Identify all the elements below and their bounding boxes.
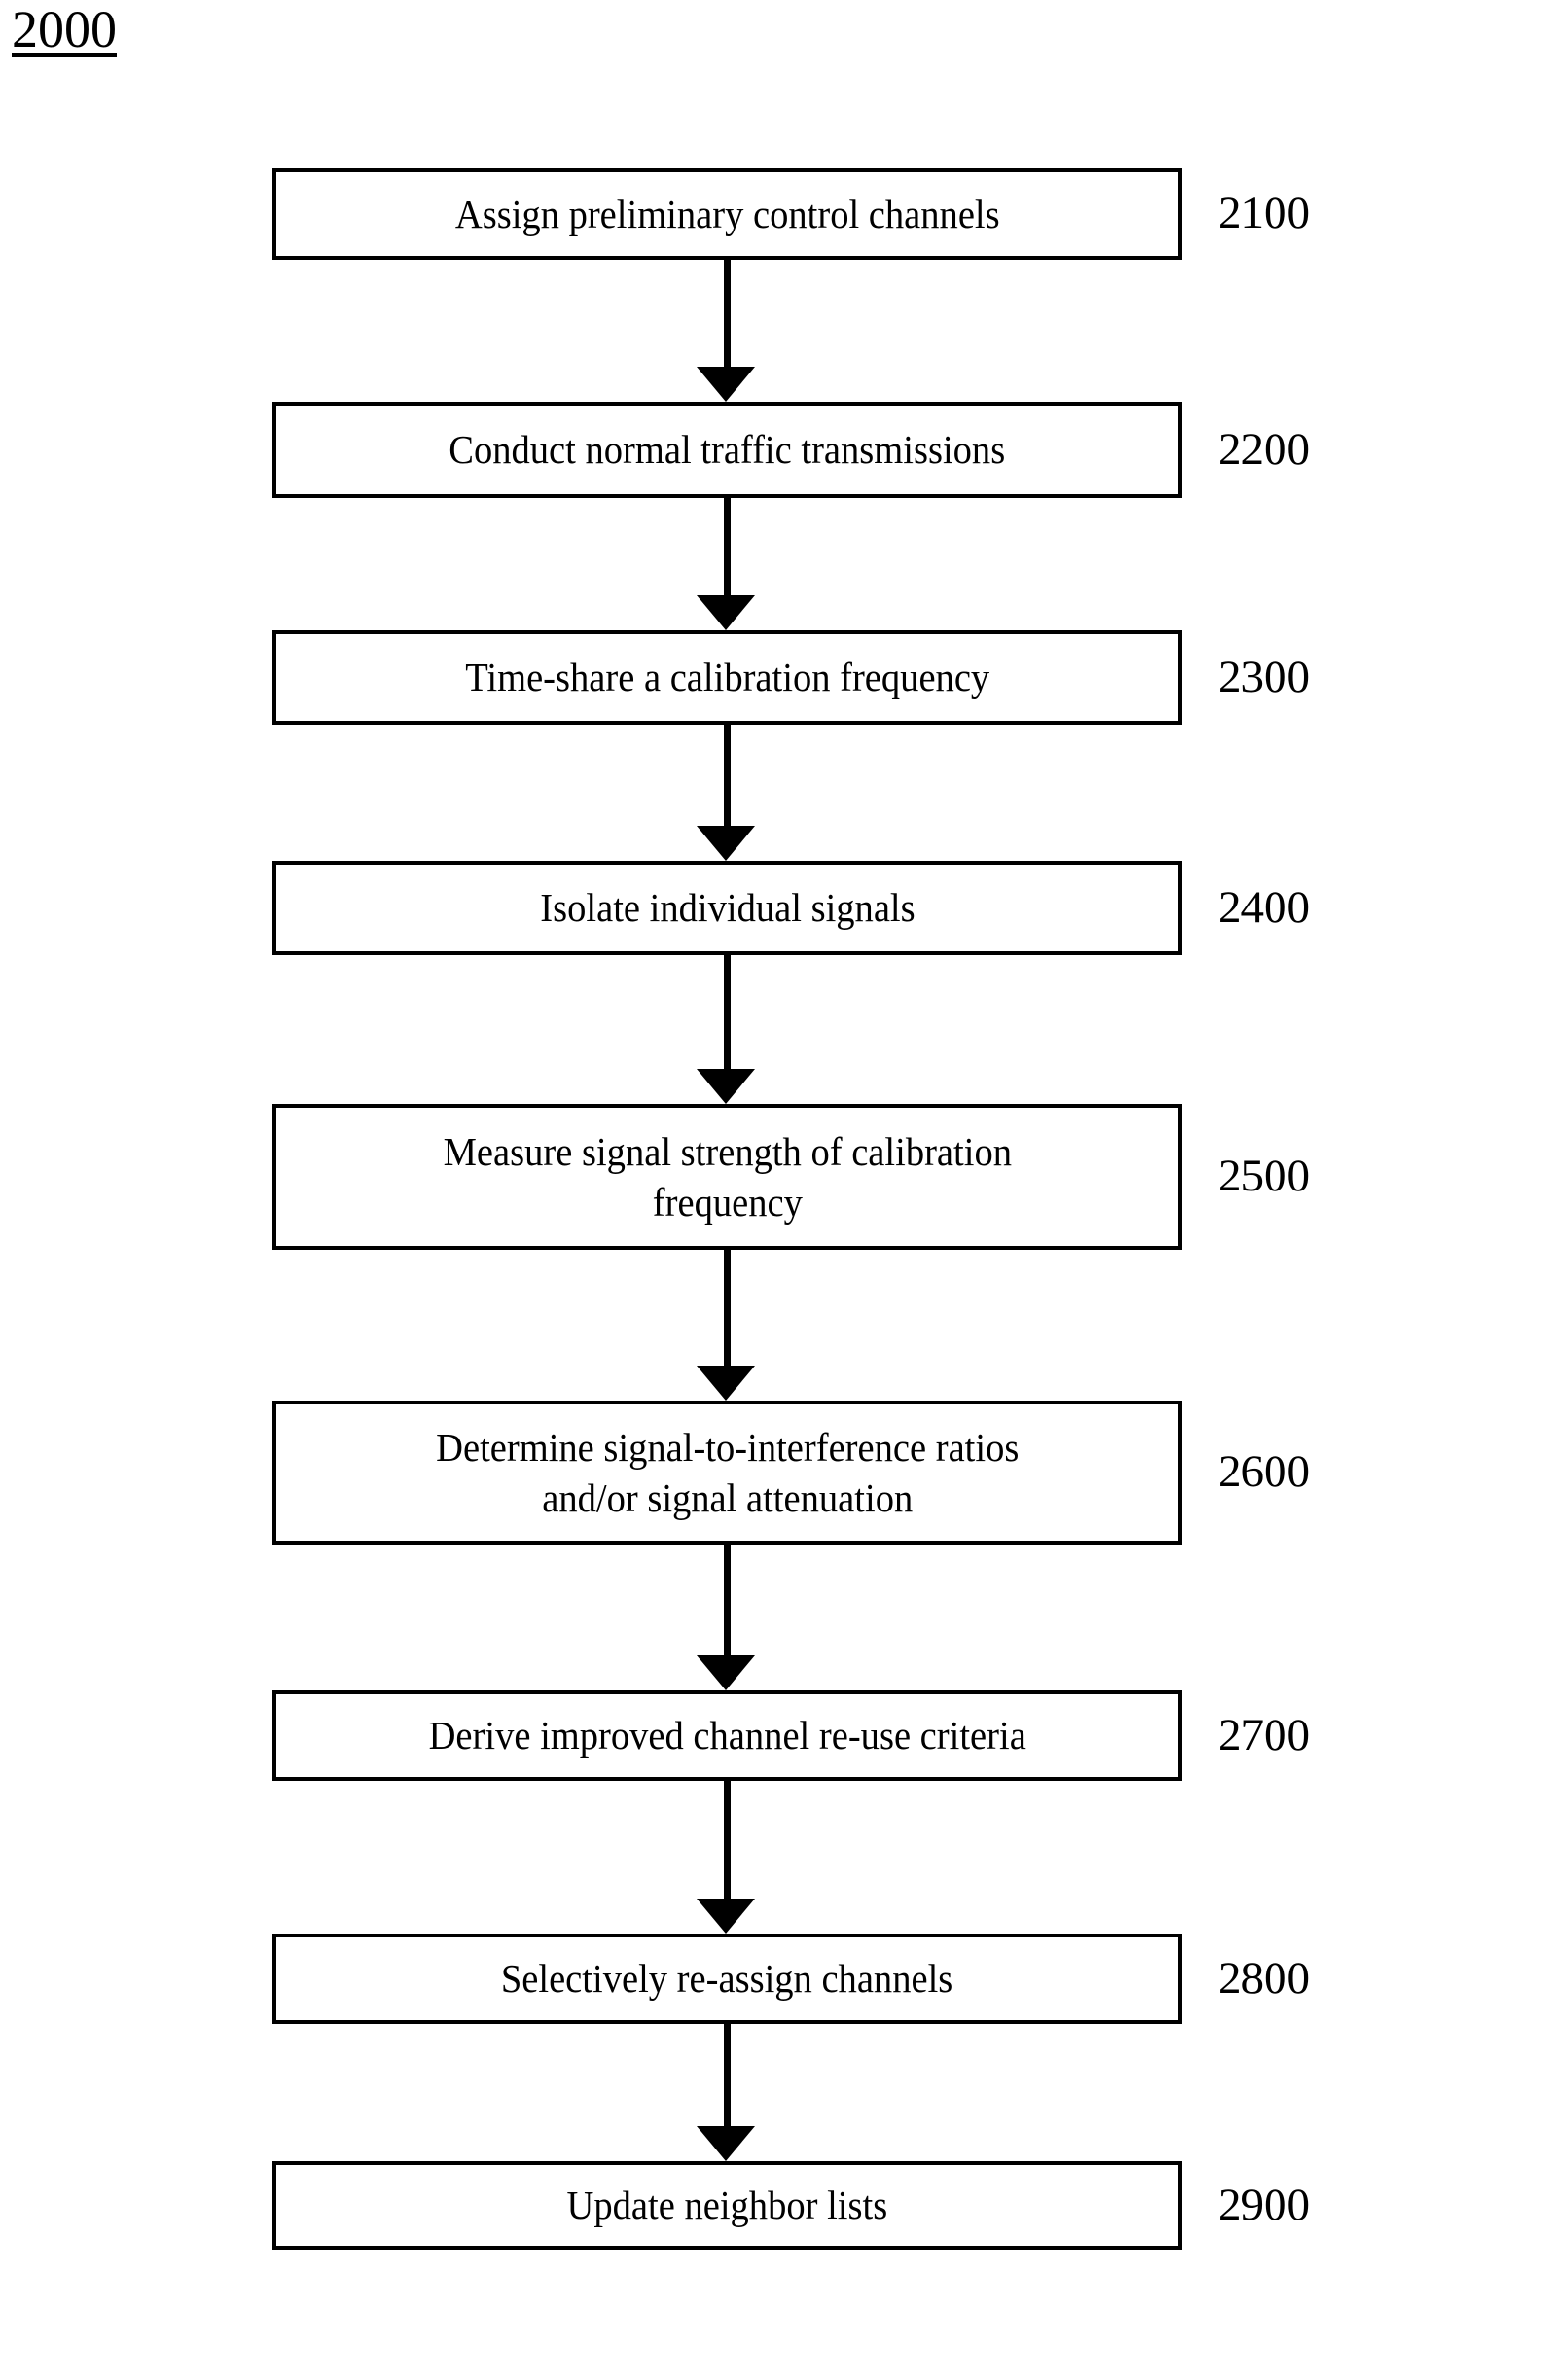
arrowhead-icon-4	[697, 1069, 755, 1104]
arrowhead-icon-5	[697, 1366, 755, 1401]
reference-numeral-2900: 2900	[1218, 2179, 1310, 2230]
connector-line-8	[724, 2024, 731, 2126]
reference-numeral-2700: 2700	[1218, 1709, 1310, 1760]
connector-line-2	[724, 498, 731, 595]
arrowhead-icon-6	[697, 1655, 755, 1690]
flow-step-box-2300: Time-share a calibration frequency	[272, 630, 1182, 725]
reference-numeral-2600: 2600	[1218, 1446, 1310, 1497]
connector-line-5	[724, 1250, 731, 1366]
connector-line-6	[724, 1545, 731, 1655]
reference-numeral-2400: 2400	[1218, 881, 1310, 933]
flow-step-label-2300: Time-share a calibration frequency	[464, 655, 990, 700]
reference-numeral-2200: 2200	[1218, 423, 1310, 475]
flow-step-label-2200: Conduct normal traffic transmissions	[449, 427, 1006, 473]
flow-step-box-2900: Update neighbor lists	[272, 2161, 1182, 2250]
flow-step-label-2900: Update neighbor lists	[566, 2183, 888, 2228]
connector-line-3	[724, 725, 731, 826]
flow-step-label-2400: Isolate individual signals	[539, 885, 916, 931]
arrowhead-icon-3	[697, 826, 755, 861]
figure-number-title: 2000	[12, 0, 117, 58]
flow-step-label-2500: Measure signal strength of calibration f…	[443, 1128, 1012, 1225]
flow-step-label-2800: Selectively re-assign channels	[501, 1956, 953, 2002]
flow-step-label-2100: Assign preliminary control channels	[454, 191, 1000, 236]
connector-line-1	[724, 260, 731, 367]
flow-step-box-2700: Derive improved channel re-use criteria	[272, 1690, 1182, 1781]
flow-step-box-2100: Assign preliminary control channels	[272, 168, 1182, 260]
flow-step-box-2400: Isolate individual signals	[272, 861, 1182, 955]
arrowhead-icon-1	[697, 367, 755, 402]
arrowhead-icon-2	[697, 595, 755, 630]
flow-step-box-2500: Measure signal strength of calibration f…	[272, 1104, 1182, 1250]
reference-numeral-2300: 2300	[1218, 651, 1310, 702]
connector-line-7	[724, 1781, 731, 1899]
flow-step-box-2200: Conduct normal traffic transmissions	[272, 402, 1182, 498]
flow-step-box-2600: Determine signal-to-interference ratios …	[272, 1401, 1182, 1545]
reference-numeral-2800: 2800	[1218, 1952, 1310, 2004]
flow-step-label-2600: Determine signal-to-interference ratios …	[435, 1424, 1020, 1520]
flow-step-box-2800: Selectively re-assign channels	[272, 1934, 1182, 2024]
connector-line-4	[724, 955, 731, 1069]
flow-step-label-2700: Derive improved channel re-use criteria	[428, 1713, 1026, 1758]
reference-numeral-2100: 2100	[1218, 188, 1310, 238]
arrowhead-icon-8	[697, 2126, 755, 2161]
reference-numeral-2500: 2500	[1218, 1151, 1310, 1201]
arrowhead-icon-7	[697, 1899, 755, 1934]
figure-page: 2000 Assign preliminary control channels…	[0, 0, 1544, 2380]
